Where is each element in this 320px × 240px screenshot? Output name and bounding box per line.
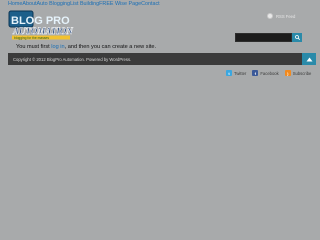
nav-link-contact[interactable]: Contact <box>141 1 160 7</box>
rss-subscribe-icon: ) <box>284 70 291 76</box>
search-bar <box>235 33 302 42</box>
subscribe-label: Subscribe <box>292 70 312 76</box>
back-to-top-button[interactable] <box>302 53 316 65</box>
subscribe-link[interactable]: ) Subscribe <box>284 70 312 76</box>
facebook-link[interactable]: f Facebook <box>252 70 279 76</box>
copyright-text: Copyright © 2012 BlogPro Automation. Pow… <box>13 56 132 62</box>
footer-bar: Copyright © 2012 BlogPro Automation. Pow… <box>8 53 316 65</box>
rss-feed-label: RSS Feed <box>276 13 296 19</box>
login-required-message: You must first log in, and then you can … <box>16 44 156 50</box>
twitter-label: Twitter <box>234 70 247 76</box>
social-links: t Twitter f Facebook ) Subscribe <box>226 70 311 76</box>
rss-feed-link[interactable]: RSS Feed <box>267 13 295 19</box>
arrow-up-icon <box>306 57 312 61</box>
twitter-link[interactable]: t Twitter <box>226 70 246 76</box>
nav-link-home[interactable]: Home <box>8 1 22 7</box>
nav-link-auto-blogging[interactable]: Auto Blogging <box>36 1 70 7</box>
site-logo[interactable]: BLOG PRO AUTOMATION blogging for the mas… <box>8 10 84 41</box>
nav-link-list-building[interactable]: List Building <box>70 1 99 7</box>
twitter-icon: t <box>226 70 232 76</box>
message-prefix: You must first <box>16 44 52 50</box>
logo-tagline: blogging for the masses <box>14 36 49 40</box>
nav-link-free-wise-page[interactable]: FREE Wise Page <box>99 1 141 7</box>
logo-text-automation: AUTOMATION <box>12 26 73 36</box>
rss-icon <box>267 13 273 19</box>
message-suffix: , and then you can create a new site. <box>64 44 157 50</box>
facebook-icon: f <box>252 70 259 76</box>
top-nav: Home About Auto Blogging List Building F… <box>8 1 160 7</box>
search-icon <box>294 35 300 40</box>
search-input[interactable] <box>235 33 292 42</box>
login-link[interactable]: log in <box>51 44 64 50</box>
nav-link-about[interactable]: About <box>22 1 36 7</box>
facebook-label: Facebook <box>260 70 279 76</box>
search-button[interactable] <box>292 33 302 42</box>
